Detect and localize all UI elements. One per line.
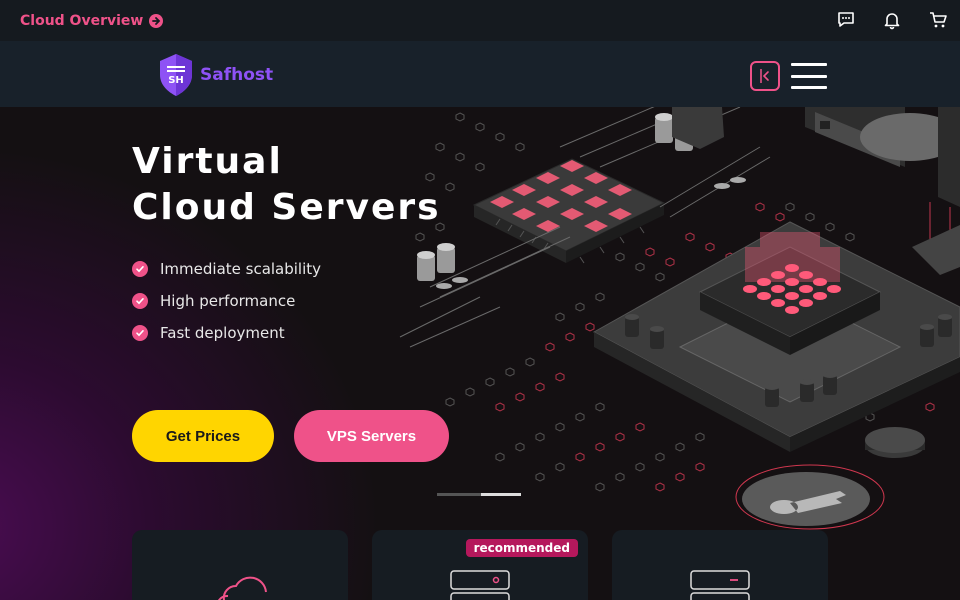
feature-item: Immediate scalability <box>132 253 321 285</box>
cloud-overview-label: Cloud Overview <box>20 12 144 29</box>
cloud-icon <box>217 576 267 600</box>
shield-logo-icon: SH <box>160 54 192 96</box>
hero-title-line-2: Cloud Servers <box>132 187 441 228</box>
feature-label: Immediate scalability <box>160 260 322 278</box>
plan-card[interactable] <box>612 530 828 600</box>
chat-icon[interactable] <box>836 10 856 30</box>
logo-mark: SH <box>168 75 184 86</box>
hero-title: Virtual Cloud Servers <box>132 139 441 231</box>
carousel-dot[interactable] <box>437 493 481 496</box>
top-bar: Cloud Overview <box>0 0 960 41</box>
vps-servers-button[interactable]: VPS Servers <box>294 410 449 462</box>
site-logo[interactable]: SH Safhost <box>158 53 273 97</box>
carousel-dot-active[interactable] <box>481 493 521 496</box>
feature-label: Fast deployment <box>160 324 285 342</box>
hero-title-line-1: Virtual <box>132 141 283 182</box>
hero-section: Virtual Cloud Servers Immediate scalabil… <box>0 107 960 600</box>
arrow-right-icon <box>149 13 164 28</box>
check-icon <box>132 261 148 277</box>
sidebar-toggle-button[interactable] <box>750 61 780 91</box>
main-navbar: SH Safhost <box>0 41 960 107</box>
carousel-indicator <box>437 493 521 496</box>
bell-icon[interactable] <box>882 10 902 30</box>
recommended-badge: recommended <box>465 539 578 557</box>
chevron-left-icon <box>760 69 769 83</box>
feature-label: High performance <box>160 292 296 310</box>
plan-card[interactable] <box>132 530 348 600</box>
cloud-overview-link[interactable]: Cloud Overview <box>20 12 164 29</box>
check-icon <box>132 325 148 341</box>
get-prices-button[interactable]: Get Prices <box>132 410 274 462</box>
logo-text: Safhost <box>200 65 274 85</box>
feature-item: Fast deployment <box>132 317 321 349</box>
cart-icon[interactable] <box>928 10 948 30</box>
feature-list: Immediate scalability High performance F… <box>132 253 321 349</box>
server-icon <box>450 570 510 600</box>
hamburger-menu-button[interactable] <box>791 63 827 89</box>
server-icon <box>690 570 750 600</box>
check-icon <box>132 293 148 309</box>
feature-item: High performance <box>132 285 321 317</box>
plan-card-recommended[interactable]: recommended <box>372 530 588 600</box>
